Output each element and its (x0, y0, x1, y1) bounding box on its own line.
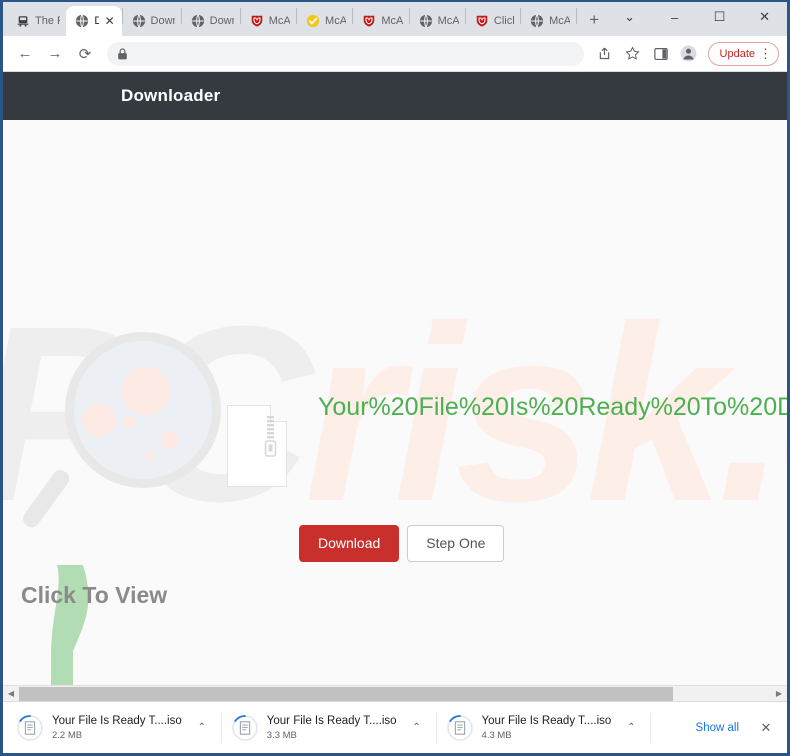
lens-blob (122, 367, 170, 415)
close-icon[interactable]: ✕ (104, 15, 116, 27)
mcafee-shield-icon (476, 15, 488, 27)
lock-icon (118, 47, 127, 59)
update-button[interactable]: Update ⋮ (707, 41, 779, 66)
lens-blob (161, 431, 179, 449)
reload-icon[interactable]: ⟳ (71, 40, 99, 68)
click-to-view-label: Click To View (21, 582, 168, 608)
tab-label: McAf (381, 15, 403, 27)
download-button[interactable]: Download (299, 525, 400, 562)
magnifier-lens-icon (65, 332, 221, 488)
scroll-left-icon[interactable]: ◀ (3, 686, 19, 702)
download-progress-icon (231, 714, 258, 741)
window-controls: ⌄ ‒ ☐ ✕ (607, 2, 787, 36)
tab-label: McAf (268, 15, 291, 27)
tab-strip: The P D ✕ Down Down (3, 2, 787, 36)
close-shelf-icon[interactable]: ✕ (753, 715, 779, 741)
download-filesize: 4.3 MB (481, 729, 512, 741)
lens-blob (146, 451, 155, 460)
browser-tab-3[interactable]: Down (182, 6, 240, 36)
browser-tab-6[interactable]: McAf (353, 6, 408, 36)
tab-label: Down (209, 15, 234, 27)
magnifier-handle-icon (19, 467, 73, 531)
download-filename: Your File Is Ready T....iso (266, 714, 397, 727)
globe-icon (419, 14, 432, 28)
tab-label: McAf (549, 15, 571, 27)
chevron-up-icon[interactable]: ⌃ (620, 717, 642, 739)
share-icon[interactable] (592, 41, 618, 67)
close-window-icon[interactable]: ✕ (742, 2, 787, 32)
download-item[interactable]: Your File Is Ready T....iso 3.3 MB ⌃ (222, 706, 436, 750)
show-all-downloads-button[interactable]: Show all (684, 715, 751, 741)
address-bar[interactable] (107, 41, 584, 66)
tab-search-icon[interactable]: ⌄ (607, 2, 652, 32)
download-progress-icon (446, 714, 473, 741)
browser-menu-icon[interactable]: ⋮ (759, 47, 772, 60)
ready-message: Your%20File%20Is%20Ready%20To%20Dow (318, 393, 787, 421)
chevron-up-icon[interactable]: ⌃ (191, 717, 213, 739)
side-panel-icon[interactable] (648, 41, 674, 67)
download-filename: Your File Is Ready T....iso (481, 714, 612, 727)
page-title: Downloader (121, 86, 221, 105)
browser-tab-1[interactable]: D ✕ (66, 6, 122, 36)
browser-window: The P D ✕ Down Down (0, 0, 790, 756)
profile-avatar-icon[interactable] (676, 41, 702, 67)
zip-file-icon (227, 405, 287, 487)
tab-label: McAf (437, 15, 459, 27)
download-filesize: 2.2 MB (52, 729, 83, 741)
shelf-actions: Show all ✕ (684, 715, 783, 741)
tab-label: D (94, 15, 99, 27)
globe-icon (76, 14, 89, 28)
star-icon[interactable] (620, 41, 646, 67)
mcafee-shield-icon (251, 15, 262, 27)
download-filename: Your File Is Ready T....iso (52, 714, 182, 727)
browser-tab-7[interactable]: McAf (410, 6, 465, 36)
browser-tab-0[interactable]: The P (7, 6, 66, 36)
tab-divider (576, 8, 578, 24)
download-shelf: Your File Is Ready T....iso 2.2 MB ⌃ You… (3, 701, 787, 753)
minimize-icon[interactable]: ‒ (652, 2, 697, 32)
tab-label: McAf (325, 15, 347, 27)
globe-icon (530, 14, 544, 28)
forward-icon[interactable]: → (41, 40, 69, 68)
download-meta: Your File Is Ready T....iso 4.3 MB (482, 715, 612, 741)
browser-tab-2[interactable]: Down (123, 6, 181, 36)
download-progress-icon (17, 714, 43, 741)
site-header: Downloader (3, 72, 787, 120)
page-content: PCrisk.com (3, 120, 787, 685)
browser-toolbar: ← → ⟳ Update ⋮ (3, 36, 787, 72)
step-one-button[interactable]: Step One (407, 525, 505, 562)
scrollbar-track[interactable] (19, 686, 771, 702)
download-meta: Your File Is Ready T....iso 2.2 MB (52, 715, 182, 741)
tab-label: The P (35, 15, 60, 27)
browser-tab-4[interactable]: McAf (241, 6, 296, 36)
new-tab-button[interactable]: + (581, 6, 607, 34)
tab-label: Click (493, 15, 514, 27)
browser-tab-9[interactable]: McAf (521, 6, 576, 36)
action-buttons: Download Step One (299, 525, 505, 562)
back-icon[interactable]: ← (11, 40, 39, 68)
mcafee-shield-icon (364, 15, 375, 27)
page-viewport: Downloader PCrisk.com (3, 72, 787, 701)
download-divider (650, 712, 652, 743)
horizontal-scrollbar[interactable]: ◀ ▶ (3, 685, 787, 701)
update-label: Update (719, 47, 755, 60)
browser-tab-8[interactable]: Click (466, 6, 520, 36)
check-circle-icon (306, 14, 320, 28)
browser-tab-5[interactable]: McAf (297, 6, 352, 36)
download-meta: Your File Is Ready T....iso 3.3 MB (267, 715, 397, 741)
download-item[interactable]: Your File Is Ready T....iso 2.2 MB ⌃ (7, 706, 221, 750)
tab-label: Down (150, 15, 175, 27)
chevron-up-icon[interactable]: ⌃ (406, 717, 428, 739)
scroll-right-icon[interactable]: ▶ (771, 686, 787, 702)
lens-blob (82, 403, 116, 437)
zipper-icon (264, 416, 277, 457)
globe-icon (191, 14, 204, 28)
train-icon (17, 16, 29, 27)
download-item[interactable]: Your File Is Ready T....iso 4.3 MB ⌃ (437, 706, 651, 750)
lens-blob (123, 416, 136, 429)
download-filesize: 3.3 MB (266, 729, 297, 741)
scrollbar-thumb[interactable] (19, 686, 674, 701)
maximize-icon[interactable]: ☐ (697, 2, 742, 32)
globe-icon (132, 14, 145, 28)
